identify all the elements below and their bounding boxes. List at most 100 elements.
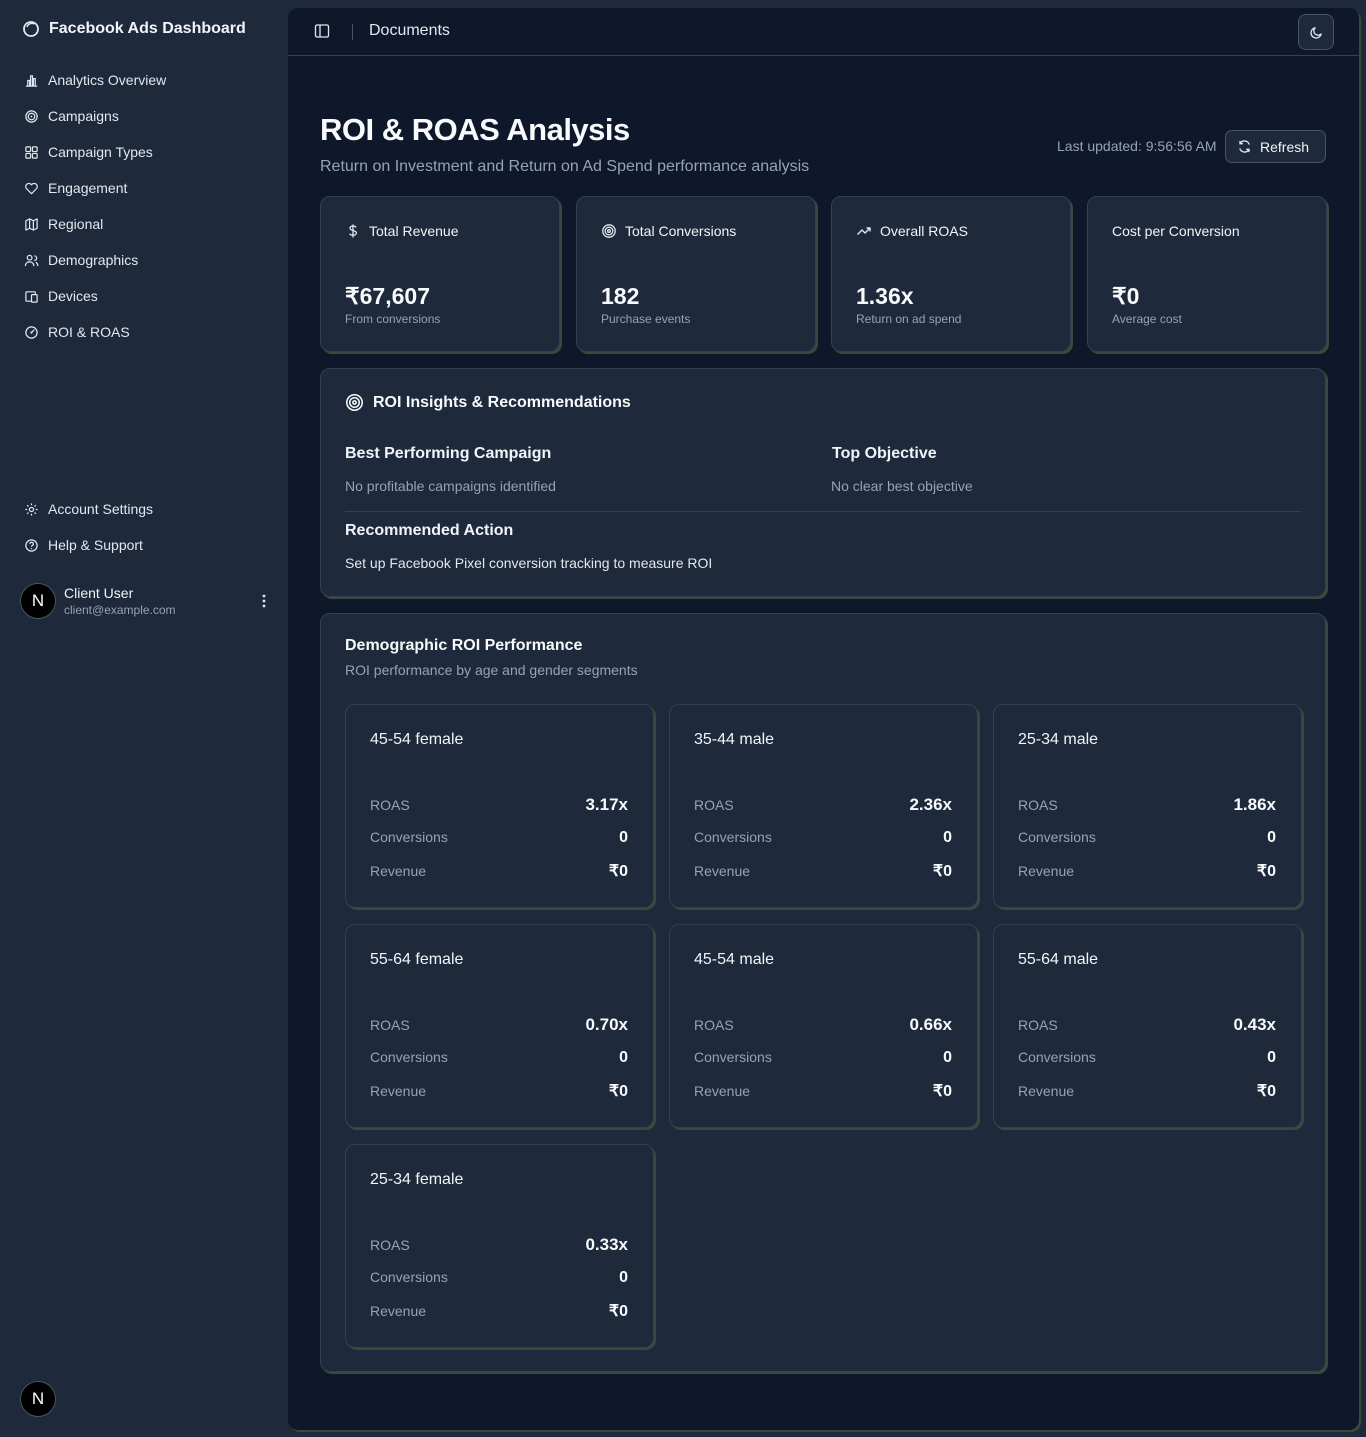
insights-title: ROI Insights & Recommendations: [345, 393, 631, 412]
sidebar-item-engagement[interactable]: Engagement: [24, 178, 127, 198]
segment-conversions-row: Conversions 0: [694, 829, 952, 847]
sidebar: Facebook Ads Dashboard Analytics Overvie…: [0, 0, 288, 1437]
stat-header: Total Revenue: [345, 223, 459, 239]
sidebar-item-roi-roas[interactable]: ROI & ROAS: [24, 322, 130, 342]
sidebar-item-label: Devices: [48, 288, 98, 304]
segment-roas-row: ROAS 3.17x: [370, 795, 628, 815]
segment-revenue-row: Revenue ₹0: [694, 861, 952, 881]
sidebar-item-help-support[interactable]: Help & Support: [24, 535, 143, 555]
best-campaign-text: No profitable campaigns identified: [345, 478, 556, 494]
sidebar-item-account-settings[interactable]: Account Settings: [24, 499, 153, 519]
segment-revenue-row: Revenue ₹0: [1018, 1081, 1276, 1101]
refresh-button[interactable]: Refresh: [1225, 130, 1326, 163]
roas-value: 1.86x: [1233, 795, 1276, 814]
conversions-label: Conversions: [370, 1269, 448, 1285]
revenue-value: ₹0: [932, 1083, 952, 1100]
stat-caption: Purchase events: [601, 312, 691, 326]
users-icon: [24, 254, 39, 266]
sidebar-toggle-icon[interactable]: [314, 23, 330, 39]
stat-card-overall-roas: Overall ROAS 1.36x Return on ad spend: [831, 196, 1071, 352]
segment-name: 55-64 male: [1018, 951, 1099, 968]
roas-value: 0.66x: [909, 1015, 952, 1034]
roas-value: 3.17x: [585, 795, 628, 814]
conversions-value: 0: [1267, 1049, 1276, 1066]
heart-icon: [25, 182, 38, 194]
segment-name: 35-44 male: [694, 731, 775, 748]
segment-name: 55-64 female: [370, 951, 464, 968]
conversions-label: Conversions: [1018, 829, 1096, 845]
roas-value: 0.70x: [585, 1015, 628, 1034]
segment-name: 45-54 male: [694, 951, 775, 968]
revenue-label: Revenue: [1018, 1083, 1075, 1099]
target-icon: [346, 394, 363, 411]
sidebar-item-campaign-types[interactable]: Campaign Types: [24, 142, 153, 162]
theme-toggle-button[interactable]: [1298, 14, 1334, 50]
demographic-title: Demographic ROI Performance: [345, 637, 583, 654]
conversions-label: Conversions: [1018, 1049, 1096, 1065]
segment-roas-row: ROAS 0.70x: [370, 1015, 628, 1035]
sidebar-item-campaigns[interactable]: Campaigns: [24, 106, 119, 126]
sidebar-item-demographics[interactable]: Demographics: [24, 250, 138, 270]
last-updated: Last updated: 9:56:56 AM: [1057, 138, 1217, 154]
conversions-label: Conversions: [370, 829, 448, 845]
segment-conversions-row: Conversions 0: [370, 1269, 628, 1287]
conversions-value: 0: [1267, 829, 1276, 846]
segment-revenue-row: Revenue ₹0: [370, 1301, 628, 1321]
top-bar: Documents: [288, 8, 1359, 56]
gear-icon: [25, 502, 38, 516]
stat-value: ₹0: [1112, 283, 1140, 309]
conversions-value: 0: [619, 1269, 628, 1286]
avatar: N: [20, 583, 56, 619]
grid-icon: [25, 145, 38, 159]
sidebar-item-label: Regional: [48, 216, 104, 232]
recommended-action-heading: Recommended Action: [345, 522, 514, 539]
stat-card-total-revenue: Total Revenue ₹67,607 From conversions: [320, 196, 560, 352]
user-info: Client User client@example.com: [64, 585, 256, 618]
user-name: Client User: [64, 584, 134, 601]
conversions-value: 0: [619, 1049, 628, 1066]
roas-value: 2.36x: [909, 795, 952, 814]
dev-tools-avatar[interactable]: N: [20, 1381, 56, 1417]
more-vertical-icon[interactable]: [256, 591, 272, 611]
stat-value: ₹67,607: [345, 283, 430, 309]
logo-circle-icon: [23, 21, 39, 37]
roas-label: ROAS: [694, 797, 734, 813]
stat-header: Cost per Conversion: [1112, 223, 1240, 239]
segment-name: 45-54 female: [370, 731, 464, 748]
top-objective-heading: Top Objective: [832, 445, 937, 462]
divider: [345, 511, 1301, 512]
sidebar-item-label: Help & Support: [48, 537, 143, 553]
sidebar-item-label: Demographics: [48, 252, 139, 268]
segment-roas-row: ROAS 2.36x: [694, 795, 952, 815]
conversions-value: 0: [943, 1049, 952, 1066]
insights-title-text: ROI Insights & Recommendations: [373, 393, 631, 411]
help-icon: [25, 538, 38, 552]
roas-value: 0.33x: [585, 1235, 628, 1254]
segment-card: 55-64 female ROAS 0.70x Conversions 0 Reve…: [345, 924, 654, 1128]
map-icon: [25, 217, 38, 231]
revenue-value: ₹0: [608, 1303, 628, 1320]
sidebar-item-devices[interactable]: Devices: [24, 286, 98, 306]
roas-label: ROAS: [370, 797, 410, 813]
segment-card: 25-34 male ROAS 1.86x Conversions 0 Revenu…: [993, 704, 1302, 908]
top-objective-text: No clear best objective: [831, 478, 973, 494]
conversions-value: 0: [619, 829, 628, 846]
brand[interactable]: Facebook Ads Dashboard: [22, 20, 246, 38]
sidebar-item-analytics-overview[interactable]: Analytics Overview: [24, 70, 166, 90]
refresh-icon: [1239, 140, 1250, 153]
segment-revenue-row: Revenue ₹0: [370, 861, 628, 881]
revenue-value: ₹0: [1256, 1083, 1276, 1100]
segment-roas-row: ROAS 0.66x: [694, 1015, 952, 1035]
sidebar-item-regional[interactable]: Regional: [24, 214, 103, 234]
segment-conversions-row: Conversions 0: [370, 829, 628, 847]
target-icon: [25, 109, 38, 123]
sidebar-item-label: Account Settings: [48, 501, 154, 517]
segment-card: 45-54 female ROAS 3.17x Conversions 0 Reve…: [345, 704, 654, 908]
stat-label: Total Conversions: [625, 223, 737, 239]
refresh-label: Refresh: [1260, 138, 1310, 155]
user-menu[interactable]: N Client User client@example.com: [20, 583, 272, 619]
divider: [352, 24, 353, 40]
revenue-label: Revenue: [370, 1083, 427, 1099]
segment-conversions-row: Conversions 0: [1018, 829, 1276, 847]
conversions-label: Conversions: [370, 1049, 448, 1065]
